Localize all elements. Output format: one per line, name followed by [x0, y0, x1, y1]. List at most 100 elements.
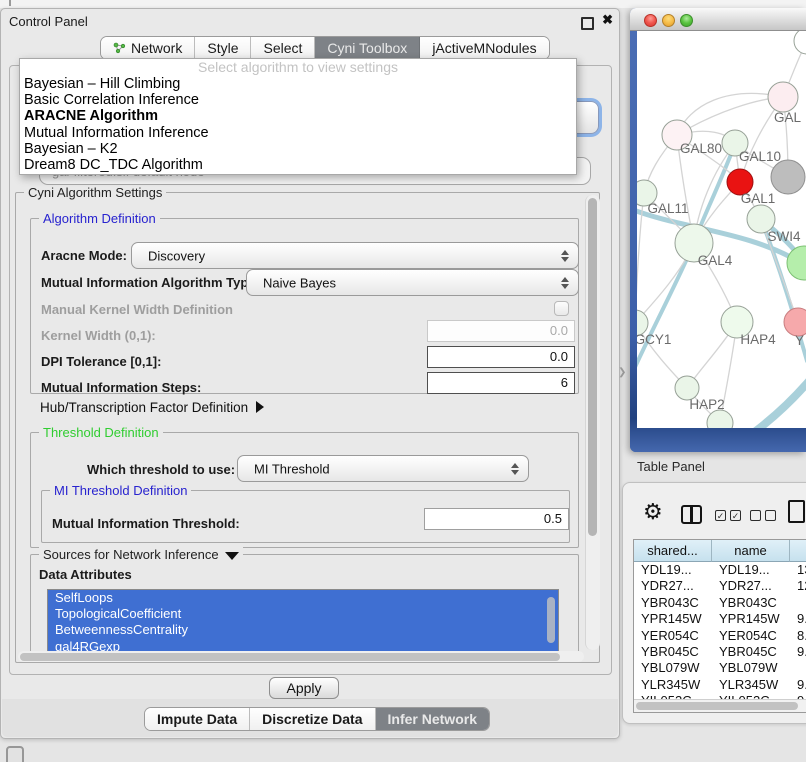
- desktop: Control Panel ✖ NetworkStyleSelectCyni T…: [0, 0, 806, 762]
- table-row[interactable]: YBR045CYBR045C9.: [634, 644, 806, 660]
- minimize-traffic-light[interactable]: [662, 14, 675, 27]
- network-window-titlebar: [630, 8, 806, 31]
- network-node-label: Y: [795, 333, 804, 348]
- column-header-name[interactable]: name: [712, 540, 790, 562]
- table-cell: YDR27...: [634, 578, 712, 594]
- data-attribute-item[interactable]: gal4RGexp: [48, 639, 558, 652]
- settings-vertical-scrollbar: [585, 195, 600, 650]
- restore-icon[interactable]: [581, 17, 594, 30]
- mi-threshold-field[interactable]: 0.5: [424, 508, 569, 530]
- algorithm-option-mutual-information-inference[interactable]: Mutual Information Inference: [20, 125, 576, 141]
- algorithm-dropdown-prompt: Select algorithm to view settings: [20, 59, 576, 76]
- tab-network[interactable]: Network: [101, 37, 195, 59]
- network-frame: GALGAL80GAL10GAL1GAL11SWI4GAL4GCY1HAP4YH…: [630, 31, 806, 452]
- sources-group-title[interactable]: Sources for Network Inference: [39, 547, 243, 562]
- table-panel-title: Table Panel: [637, 459, 705, 474]
- bottom-tab-discretize-data[interactable]: Discretize Data: [250, 708, 375, 730]
- grid-corner-icon[interactable]: [6, 746, 24, 762]
- mi-algorithm-type-combo[interactable]: Naive Bayes: [246, 269, 579, 296]
- mi-threshold-group: MI Threshold Definition Mutual Informati…: [41, 490, 570, 543]
- table-cell: YER054C: [712, 628, 790, 644]
- mi-threshold-label: Mutual Information Threshold:: [52, 516, 240, 531]
- apply-button[interactable]: Apply: [269, 677, 339, 699]
- which-threshold-combo[interactable]: MI Threshold: [237, 455, 529, 482]
- table-cell: 13: [790, 562, 806, 578]
- table-cell: YBR045C: [712, 644, 790, 660]
- table-row[interactable]: YDR27...YDR27...12: [634, 578, 806, 594]
- scrollbar-thumb[interactable]: [20, 653, 560, 661]
- mi-steps-field[interactable]: 6: [427, 372, 575, 394]
- aracne-mode-combo[interactable]: Discovery: [131, 242, 579, 269]
- network-node[interactable]: [771, 160, 805, 194]
- scrollbar-thumb[interactable]: [636, 702, 798, 710]
- network-icon: [113, 42, 126, 54]
- network-node[interactable]: [787, 246, 806, 280]
- table-row[interactable]: YBR043CYBR043C: [634, 595, 806, 611]
- table-row[interactable]: YLR345WYLR345W9.: [634, 677, 806, 693]
- network-node-label: SWI4: [767, 229, 800, 244]
- table-cell: YDL19...: [712, 562, 790, 578]
- close-icon[interactable]: ✖: [602, 12, 613, 28]
- deselect-all-icon[interactable]: [750, 510, 776, 521]
- tab-select[interactable]: Select: [251, 37, 315, 59]
- file-icon[interactable]: [788, 500, 805, 523]
- algorithm-option-bayesian-hill-climbing[interactable]: Bayesian – Hill Climbing: [20, 76, 576, 92]
- hub-definition-toggle[interactable]: Hub/Transcription Factor Definition: [40, 400, 264, 415]
- data-attributes-list: SelfLoopsTopologicalCoefficientBetweenne…: [47, 589, 559, 652]
- network-node[interactable]: [794, 31, 806, 54]
- split-pane-collapse-arrow[interactable]: ❯: [618, 367, 626, 378]
- kernel-width-field[interactable]: 0.0: [427, 320, 575, 342]
- table-cell: YBR043C: [712, 595, 790, 611]
- tab-jactivemnodules[interactable]: jActiveMNodules: [420, 37, 548, 59]
- tab-cyni-toolbox[interactable]: Cyni Toolbox: [315, 37, 420, 59]
- table-cell: YDR27...: [712, 578, 790, 594]
- table-row[interactable]: YDL19...YDL19...13: [634, 562, 806, 578]
- table-cell: [790, 660, 806, 676]
- table-cell: YPR145W: [634, 611, 712, 627]
- mi-threshold-group-title: MI Threshold Definition: [50, 483, 191, 498]
- close-traffic-light[interactable]: [644, 14, 657, 27]
- network-node-gal[interactable]: [768, 82, 798, 112]
- table-header-row: shared...nameA: [634, 540, 806, 562]
- data-attribute-item[interactable]: BetweennessCentrality: [48, 622, 558, 638]
- algorithm-option-basic-correlation-inference[interactable]: Basic Correlation Inference: [20, 92, 576, 108]
- collapse-down-icon: [225, 552, 239, 560]
- network-canvas[interactable]: GALGAL80GAL10GAL1GAL11SWI4GAL4GCY1HAP4YH…: [637, 31, 806, 428]
- table-panel: ⚙ ✓ ✓ shared...nameA YDL19...YDL19...13Y…: [622, 482, 806, 724]
- table-row[interactable]: YER054CYER054C8.: [634, 628, 806, 644]
- settings-group-title: Cyni Algorithm Settings: [24, 185, 166, 200]
- network-window: GALGAL80GAL10GAL1GAL11SWI4GAL4GCY1HAP4YH…: [630, 8, 806, 452]
- manual-kernel-checkbox[interactable]: [554, 301, 569, 316]
- algorithm-option-aracne-algorithm[interactable]: ARACNE Algorithm: [20, 108, 576, 124]
- list-scrollbar-thumb[interactable]: [547, 597, 555, 643]
- mi-steps-label: Mutual Information Steps:: [41, 380, 201, 395]
- zoom-traffic-light[interactable]: [680, 14, 693, 27]
- top-strip: [0, 0, 806, 8]
- control-panel-window: Control Panel ✖ NetworkStyleSelectCyni T…: [0, 8, 620, 739]
- algorithm-option-dream8-dc-tdc-algorithm[interactable]: Dream8 DC_TDC Algorithm: [20, 157, 576, 173]
- algorithm-dropdown: Select algorithm to view settings Bayesi…: [19, 58, 577, 175]
- bottom-tab-infer-network[interactable]: Infer Network: [376, 708, 489, 730]
- table-row[interactable]: YBL079WYBL079W: [634, 660, 806, 676]
- table-cell: 9.: [790, 677, 806, 693]
- column-header-a[interactable]: A: [790, 540, 806, 562]
- bottom-tab-impute-data[interactable]: Impute Data: [145, 708, 250, 730]
- window-title: Control Panel: [9, 14, 88, 29]
- algorithm-dropdown-options: Bayesian – Hill ClimbingBasic Correlatio…: [20, 76, 576, 173]
- scrollbar-thumb[interactable]: [588, 198, 597, 536]
- data-attribute-item[interactable]: SelfLoops: [48, 590, 558, 606]
- gear-icon[interactable]: ⚙: [643, 501, 663, 523]
- network-node-label: GAL11: [647, 201, 688, 216]
- table-body: YDL19...YDL19...13YDR27...YDR27...12YBR0…: [634, 562, 806, 710]
- network-node-y[interactable]: [784, 308, 806, 336]
- network-node[interactable]: [707, 410, 733, 428]
- sources-group: Sources for Network Inference Data Attri…: [30, 554, 579, 653]
- select-all-icon[interactable]: ✓ ✓: [715, 510, 741, 521]
- tab-style[interactable]: Style: [195, 37, 251, 59]
- table-row[interactable]: YPR145WYPR145W9.: [634, 611, 806, 627]
- data-attribute-item[interactable]: TopologicalCoefficient: [48, 606, 558, 622]
- dpi-tolerance-field[interactable]: 0.0: [427, 346, 575, 368]
- split-columns-icon[interactable]: [681, 505, 702, 524]
- column-header-shared[interactable]: shared...: [634, 540, 712, 562]
- algorithm-option-bayesian-k2[interactable]: Bayesian – K2: [20, 141, 576, 157]
